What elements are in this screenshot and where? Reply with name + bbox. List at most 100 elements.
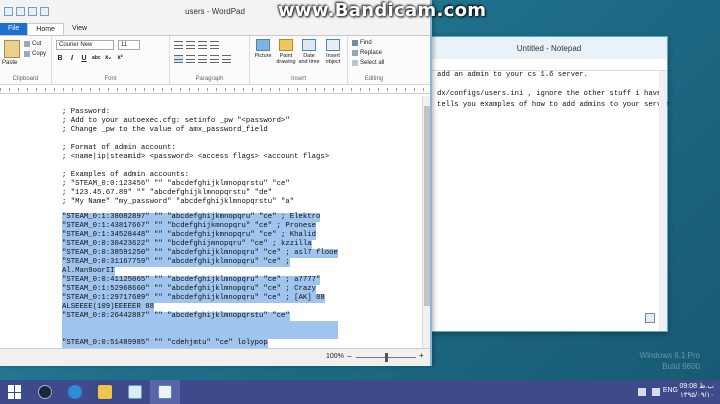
paint-drawing-button[interactable]: Paint drawing xyxy=(275,39,297,65)
align-right-icon[interactable] xyxy=(198,55,207,63)
taskbar-ie[interactable] xyxy=(60,380,90,404)
taskbar-explorer[interactable] xyxy=(90,380,120,404)
doc-line[interactable]: ; Add to your autoexec.cfg: setinfo _pw … xyxy=(62,117,290,126)
notepad-line[interactable]: add an admin to your cs 1.6 server. xyxy=(437,69,588,82)
zoom-out-button[interactable]: − xyxy=(347,352,352,361)
selected-doc-line[interactable]: "STEAM_0:0:41125065" "" "abcdefghijklmno… xyxy=(62,276,321,285)
clock[interactable]: 09:08 ب.ظ ۱۳۹۵/۰۹/۱۰ xyxy=(680,382,714,400)
font-family-select[interactable]: Courier New xyxy=(56,40,114,50)
find-button[interactable]: Find xyxy=(352,40,372,46)
select-all-icon xyxy=(352,60,358,66)
taskbar-notepad[interactable] xyxy=(120,380,150,404)
doc-line[interactable]: ; Format of admin account: xyxy=(62,144,176,153)
find-label: Find xyxy=(360,40,372,46)
align-left-icon[interactable] xyxy=(174,55,183,63)
zoom-slider-handle[interactable] xyxy=(385,353,388,362)
selected-doc-line[interactable]: "STEAM_0:1:52968660" "" "abcdefghijklmno… xyxy=(62,285,316,294)
notepad-scrollbar[interactable] xyxy=(659,71,667,331)
notepad-window[interactable]: Untitled - Notepad add an admin to your … xyxy=(430,36,670,332)
line-spacing-icon[interactable] xyxy=(210,41,219,49)
start-button[interactable] xyxy=(0,380,30,404)
picture-label: Picture xyxy=(254,53,272,59)
wordpad-icon xyxy=(158,385,172,399)
scrollbar-thumb[interactable] xyxy=(424,106,430,306)
selected-doc-line[interactable]: "STEAM_0:0:30423622" "" "bcdefghijmnopqr… xyxy=(62,240,312,249)
tab-home[interactable]: Home xyxy=(27,23,64,35)
bullets-icon[interactable] xyxy=(198,41,207,49)
editing-group: Find Replace Select all Editing xyxy=(348,36,400,84)
doc-line[interactable]: ; "123.45.67.89" "" "abcdefghijklmnopqrs… xyxy=(62,189,272,198)
notepad-size-grip[interactable] xyxy=(645,313,655,323)
selected-doc-line[interactable]: "STEAM_0:0:38591250" "" "abcdefghijklmno… xyxy=(62,249,338,258)
paint-label: Paint drawing xyxy=(276,53,296,65)
align-center-icon[interactable] xyxy=(186,55,195,63)
zoom-in-button[interactable]: + xyxy=(419,351,424,360)
doc-line[interactable]: ; "My Name" "my_password" "abcdefghijklm… xyxy=(62,198,294,207)
paste-icon[interactable] xyxy=(4,40,20,58)
underline-button[interactable]: U xyxy=(80,55,88,62)
doc-line[interactable]: ; Password: xyxy=(62,108,110,117)
font-size-select[interactable]: 11 xyxy=(118,40,140,50)
select-all-label: Select all xyxy=(360,60,385,66)
replace-button[interactable]: Replace xyxy=(352,50,382,56)
doc-line[interactable]: ; "STEAM_0:0:123456" "" "abcdefghijklmno… xyxy=(62,180,290,189)
superscript-button[interactable]: x² xyxy=(116,55,124,62)
paragraph-row-1 xyxy=(174,41,219,49)
taskbar-steam[interactable] xyxy=(30,380,60,404)
volume-icon[interactable] xyxy=(652,388,660,396)
selected-doc-line[interactable]: "STEAM_0:0:31167759" "" "abcdefghijklmno… xyxy=(62,258,290,267)
increase-indent-icon[interactable] xyxy=(186,41,195,49)
os-watermark: Windows 8.1 Pro Build 9600 xyxy=(640,350,700,372)
doc-line[interactable]: ; Change _pw to the value of amx_passwor… xyxy=(62,126,268,135)
selected-doc-line[interactable]: "STEAM_0:1:34528448" "" "abcdefghijkmnop… xyxy=(62,231,316,240)
tab-view[interactable]: View xyxy=(64,23,95,35)
insert-group-label: Insert xyxy=(290,76,306,82)
insert-object-button[interactable]: Insert object xyxy=(322,39,344,65)
replace-label: Replace xyxy=(360,50,383,56)
network-icon[interactable] xyxy=(638,388,646,396)
copy-button[interactable]: Copy xyxy=(24,51,46,57)
clipboard-group-label: Clipboard xyxy=(12,76,39,82)
select-all-button[interactable]: Select all xyxy=(352,60,384,66)
document-area[interactable]: ; Password: ; Add to your autoexec.cfg: … xyxy=(0,96,424,348)
selected-doc-line[interactable]: "STEAM_0:0:51489985" "" "cdehjmtu" "ce" … xyxy=(62,339,268,348)
doc-line[interactable]: ; <name|ip|steamid> <password> <access f… xyxy=(62,153,329,162)
wordpad-window[interactable]: users - WordPad File Home View Paste Cut… xyxy=(0,0,432,366)
decrease-indent-icon[interactable] xyxy=(174,41,183,49)
ruler[interactable] xyxy=(0,85,430,94)
cut-button[interactable]: Cut xyxy=(24,41,41,47)
selected-doc-line[interactable]: "STEAM_0:1:38082897" "" "abcdefghijkmnop… xyxy=(62,213,321,222)
os-edition-text: Windows 8.1 Pro xyxy=(639,351,700,360)
bold-button[interactable]: B xyxy=(56,55,64,62)
selected-doc-line[interactable]: Al.Man9oorII xyxy=(62,267,115,276)
language-indicator[interactable]: ENG xyxy=(663,387,678,394)
taskbar-wordpad[interactable] xyxy=(150,380,180,404)
status-bar: 100% − + xyxy=(0,348,430,366)
datetime-label: Date and time xyxy=(298,53,320,65)
notepad-line[interactable]: tells you examples of how to add admins … xyxy=(437,99,670,112)
document-scrollbar[interactable] xyxy=(422,96,430,348)
zoom-level: 100% xyxy=(326,353,344,360)
picture-button[interactable]: Picture xyxy=(252,39,274,59)
strikethrough-button[interactable]: abc xyxy=(92,55,101,62)
ribbon-tabs: File Home View xyxy=(0,23,430,35)
picture-icon xyxy=(256,39,270,51)
subscript-button[interactable]: x₂ xyxy=(104,55,112,62)
ribbon: Paste Cut Copy Clipboard Courier New 11 … xyxy=(0,35,430,85)
doc-line[interactable]: ; Examples of admin accounts: xyxy=(62,171,189,180)
selected-doc-line[interactable] xyxy=(62,321,338,330)
italic-button[interactable]: I xyxy=(68,55,76,62)
notepad-title: Untitled - Notepad xyxy=(516,43,582,53)
folder-icon xyxy=(98,385,112,399)
notepad-titlebar[interactable]: Untitled - Notepad xyxy=(431,37,667,59)
justify-icon[interactable] xyxy=(210,55,219,63)
tab-file[interactable]: File xyxy=(0,23,28,35)
selected-doc-line[interactable]: "STEAM_0:1:29717689" "" "abcdefghijklmno… xyxy=(62,294,325,303)
date-time-button[interactable]: Date and time xyxy=(298,39,320,65)
paste-button[interactable]: Paste xyxy=(2,60,17,66)
selected-doc-line[interactable] xyxy=(62,330,338,339)
paragraph-settings-icon[interactable] xyxy=(222,55,231,63)
selected-doc-line[interactable]: "STEAM_0:1:43817667" "" "bcdefghijkmnopq… xyxy=(62,222,316,231)
selected-doc-line[interactable]: "STEAM_0:0:26442887" "" "abcdefghijklmno… xyxy=(62,312,290,321)
selected-doc-line[interactable]: ALSEEEE(109)EEEEER 88 xyxy=(62,303,154,312)
